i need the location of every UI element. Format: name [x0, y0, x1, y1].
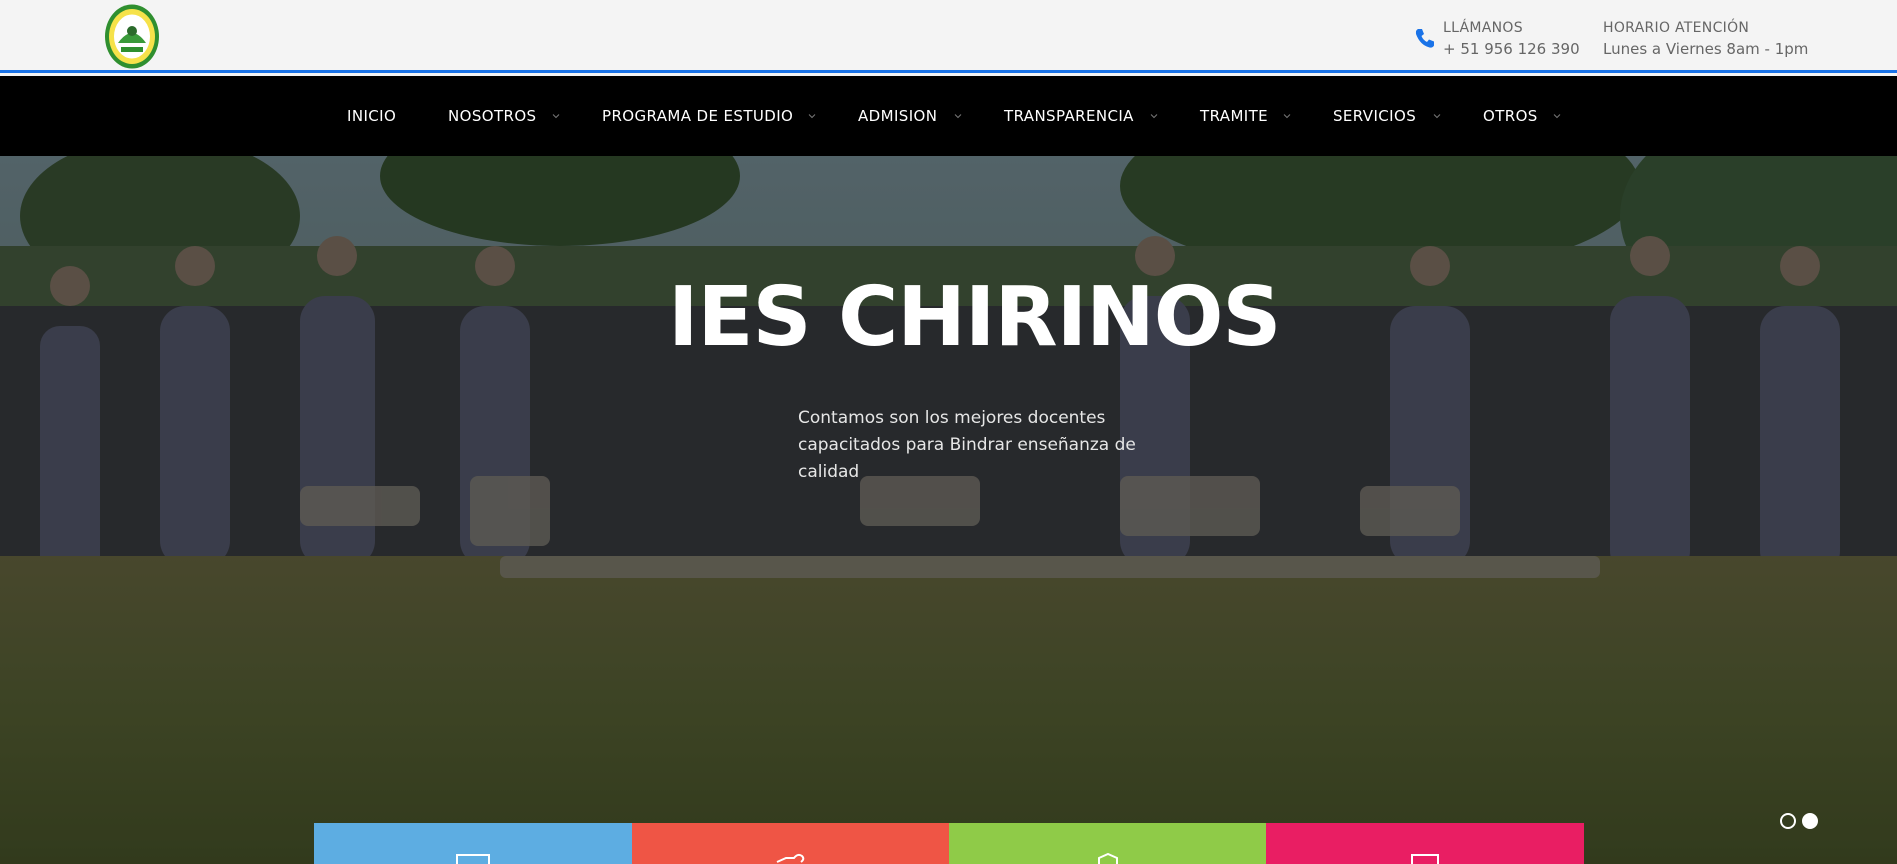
main-nav: INICIO NOSOTROS PROGRAMA DE ESTUDIO ADMI… — [0, 76, 1897, 156]
nav-item-label: OTROS — [1483, 107, 1538, 125]
monitor-icon — [1408, 853, 1442, 864]
hero-description: Contamos son los mejores docentes capaci… — [798, 408, 1136, 482]
top-header: LLÁMANOS + 51 956 126 390 HORARIO ATENCI… — [0, 0, 1897, 73]
hours-value: Lunes a Viernes 8am - 1pm — [1603, 40, 1809, 58]
screen-icon — [456, 853, 490, 864]
feature-tile[interactable] — [632, 823, 950, 864]
contact-hours: HORARIO ATENCIÓN Lunes a Viernes 8am - 1… — [1603, 18, 1808, 60]
nav-item-label: ADMISION — [858, 107, 938, 125]
nav-item-nosotros[interactable]: NOSOTROS — [448, 76, 536, 156]
feature-tile[interactable] — [314, 823, 632, 864]
hero-title: IES CHIRINOS — [668, 270, 1282, 365]
nav-item-label: INICIO — [347, 107, 397, 125]
institution-seal-logo-icon — [105, 4, 159, 69]
chevron-down-icon[interactable] — [1433, 112, 1441, 120]
slider-dot-active[interactable] — [1802, 813, 1818, 829]
nav-item-programa-de-estudio[interactable]: PROGRAMA DE ESTUDIO — [602, 76, 793, 156]
shield-icon — [1091, 853, 1125, 864]
phone-icon — [1414, 27, 1434, 49]
chevron-down-icon[interactable] — [1283, 112, 1291, 120]
chevron-down-icon[interactable] — [1553, 112, 1561, 120]
hero-dark-overlay — [0, 156, 1897, 864]
chevron-down-icon[interactable] — [954, 112, 962, 120]
slider-dot[interactable] — [1780, 813, 1796, 829]
institution-logo[interactable] — [104, 3, 160, 70]
heart-hands-icon — [774, 853, 808, 864]
nav-item-servicios[interactable]: SERVICIOS — [1333, 76, 1416, 156]
nav-item-admision[interactable]: ADMISION — [858, 76, 937, 156]
contact-phone[interactable]: LLÁMANOS + 51 956 126 390 — [1443, 18, 1580, 60]
nav-item-label: SERVICIOS — [1333, 107, 1417, 125]
nav-item-otros[interactable]: OTROS — [1483, 76, 1538, 156]
phone-label: LLÁMANOS — [1443, 20, 1523, 36]
chevron-down-icon[interactable] — [1150, 112, 1158, 120]
nav-item-label: TRAMITE — [1200, 107, 1269, 125]
chevron-down-icon[interactable] — [552, 112, 560, 120]
feature-tile[interactable] — [949, 823, 1267, 864]
nav-item-label: NOSOTROS — [448, 107, 537, 125]
hours-label: HORARIO ATENCIÓN — [1603, 20, 1750, 36]
phone-number[interactable]: + 51 956 126 390 — [1443, 38, 1580, 60]
feature-tile[interactable] — [1266, 823, 1584, 864]
nav-item-label: TRANSPARENCIA — [1004, 107, 1134, 125]
nav-item-inicio[interactable]: INICIO — [347, 76, 396, 156]
nav-item-tramite[interactable]: TRAMITE — [1200, 76, 1268, 156]
chevron-down-icon[interactable] — [808, 112, 816, 120]
nav-item-transparencia[interactable]: TRANSPARENCIA — [1004, 76, 1134, 156]
nav-item-label: PROGRAMA DE ESTUDIO — [602, 107, 794, 125]
hero-slider: IES CHIRINOS Contamos son los mejores do… — [0, 156, 1897, 864]
